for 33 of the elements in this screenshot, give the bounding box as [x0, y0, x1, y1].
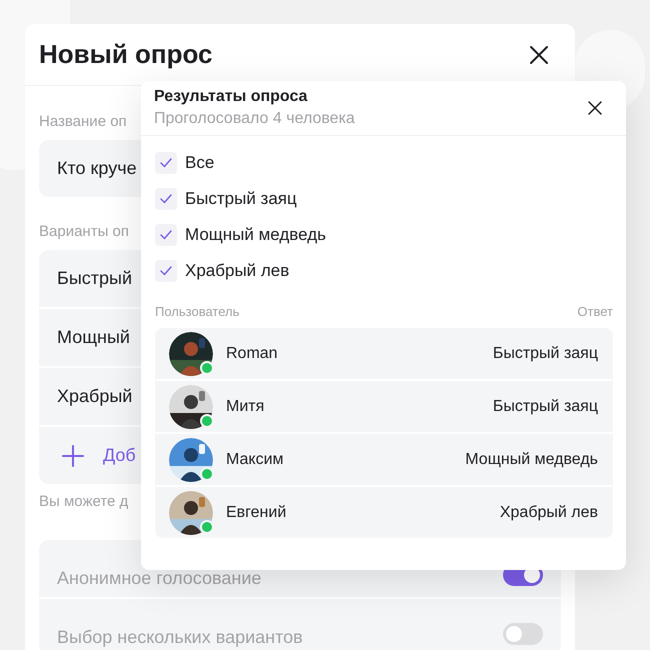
field-label: Варианты оп [39, 222, 129, 242]
answer-text: Быстрый заяц [492, 396, 598, 416]
setting-label: Анонимное голосование [57, 567, 262, 590]
column-header: Пользователь [155, 303, 240, 321]
checkbox[interactable] [155, 260, 177, 282]
checkbox[interactable] [155, 152, 177, 174]
popup-title: Результаты опроса [154, 87, 308, 107]
filter-label: Мощный медведь [185, 224, 326, 246]
popup-subtitle: Проголосовало 4 человека [154, 109, 355, 129]
field-label: Название оп [39, 112, 127, 132]
setting-label: Выбор нескольких вариантов [57, 626, 303, 649]
toggle-switch[interactable] [503, 622, 543, 644]
filter-label: Все [185, 152, 214, 174]
check-icon [160, 158, 172, 168]
user-name: Максим [226, 450, 284, 470]
user-name: Митя [226, 396, 264, 416]
answer-text: Мощный медведь [465, 450, 598, 470]
user-name: Roman [226, 344, 278, 364]
filter-label: Быстрый заяц [185, 188, 297, 210]
check-icon [160, 266, 172, 276]
answer-text: Храбрый лев [500, 502, 598, 522]
checkbox[interactable] [155, 188, 177, 210]
user-name: Евгений [226, 502, 286, 522]
column-header: Ответ [577, 303, 613, 321]
plus-icon [61, 444, 85, 468]
check-icon [160, 194, 172, 204]
answer-text: Быстрый заяц [492, 344, 598, 364]
dialog-title: Новый опрос [39, 38, 213, 71]
hint-text: Вы можете д [39, 492, 128, 512]
checkbox[interactable] [155, 224, 177, 246]
check-icon [160, 230, 172, 240]
filter-label: Храбрый лев [185, 260, 290, 282]
close-icon [586, 99, 604, 117]
